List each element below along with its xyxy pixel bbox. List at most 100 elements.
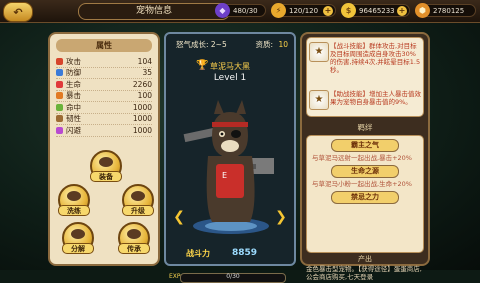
hit-icon	[56, 103, 63, 111]
attr-row-dodge: 闪避 1000	[56, 125, 152, 137]
dodge-icon	[56, 126, 63, 134]
svg-text:E: E	[222, 171, 227, 180]
stamina-icon: ⚡	[271, 3, 286, 18]
attr-value: 2260	[132, 79, 152, 89]
left-arrow-icon: ❮	[173, 209, 185, 225]
attack-icon	[56, 57, 63, 65]
gem-icon: ◆	[215, 3, 230, 18]
decompose-button[interactable]: 分解	[62, 222, 94, 254]
coin-resource: $ 96465233 +	[341, 3, 410, 18]
pet-action-buttons: 装备 洗练 升级 分解 传承	[50, 150, 162, 268]
coin-value: 96465233	[359, 7, 395, 15]
star-icon: ★	[309, 90, 329, 110]
add-stamina-button[interactable]: +	[323, 6, 333, 16]
attr-label: 韧性	[66, 114, 81, 124]
equip-button[interactable]: 装备	[90, 150, 122, 182]
attr-label: 闪避	[66, 125, 81, 135]
output-text: 金色暴击型宠物。【获得途径】蛋蛋商店,公会商店购买,七天登录	[306, 265, 422, 281]
upgrade-button[interactable]: 升级	[122, 184, 154, 216]
fate-desc: 与草泥马小粉一起出战,生命+20%	[312, 180, 412, 188]
add-coin-button[interactable]: +	[397, 6, 407, 16]
attr-value: 100	[137, 91, 152, 101]
quality-value: 10	[278, 40, 288, 49]
pet-face-icon	[71, 229, 85, 239]
rage-growth-label: 怒气成长: 2~5	[176, 40, 227, 49]
coin-icon: $	[341, 3, 356, 18]
pet-display-panel: 怒气成长: 2~5 资质: 10 🏆 草泥马大黑 Level 1 E ❮ ❯ 战…	[164, 32, 296, 283]
fate-desc: 与草泥马远射一起出战,暴击+20%	[312, 154, 412, 162]
attr-label: 生命	[66, 79, 81, 89]
attr-label: 攻击	[66, 56, 81, 66]
attributes-list: 攻击 104 防御 35 生命 2260 暴击 100 命中 1000 韧性 1…	[56, 56, 152, 137]
pet-face-icon	[127, 229, 141, 239]
equip-label: 装备	[90, 171, 122, 182]
attr-value: 1000	[132, 125, 152, 135]
combat-power: 战斗力 8859	[186, 246, 280, 260]
pet-alpaca-figure: E	[183, 100, 274, 234]
skills-fate-panel: ★ 【战斗技能】群体攻击,对目标及目标周围造成自身攻击30%的伤害,持续4次,并…	[300, 32, 430, 281]
attributes-panel: 属性 攻击 104 防御 35 生命 2260 暴击 100 命中 1000 韧…	[48, 32, 160, 266]
inherit-label: 传承	[118, 243, 150, 254]
attr-label: 暴击	[66, 91, 81, 101]
battle-skill: ★ 【战斗技能】群体攻击,对目标及目标周围造成自身攻击30%的伤害,持续4次,并…	[309, 42, 421, 74]
page-title: 宠物信息	[78, 3, 230, 20]
gem-resource: ◆ 480/30	[215, 3, 266, 18]
stamina-value: 120/120	[289, 7, 319, 15]
next-pet-arrow[interactable]: ❯	[272, 209, 290, 225]
skills-box: ★ 【战斗技能】群体攻击,对目标及目标周围造成自身攻击30%的伤害,持续4次,并…	[306, 37, 424, 117]
inherit-button[interactable]: 传承	[118, 222, 150, 254]
fate-name: 生命之源	[331, 165, 399, 178]
fate-name: 禁忌之力	[331, 191, 399, 204]
attr-row-toughness: 韧性 1000	[56, 114, 152, 125]
pet-face-icon	[99, 157, 113, 167]
exp-label: EXP	[169, 273, 181, 280]
gold-ingot-icon: ⬢	[415, 3, 430, 18]
stamina-resource: ⚡ 120/120 +	[271, 3, 336, 18]
attr-value: 104	[137, 56, 152, 66]
quality: 资质: 10	[256, 39, 288, 50]
crit-icon	[56, 92, 63, 100]
pet-face-icon	[67, 191, 81, 201]
right-arrow-icon: ❯	[275, 209, 287, 225]
pet-level: Level 1	[213, 73, 247, 83]
gem-value: 480/30	[233, 7, 258, 15]
quality-label: 资质:	[255, 40, 274, 49]
attr-value: 1000	[132, 114, 152, 124]
ingot-resource: ⬢ 2780125	[415, 3, 476, 18]
attr-label: 防御	[66, 68, 81, 78]
pet-name: 草泥马大黑	[210, 62, 250, 71]
heart-icon	[56, 80, 63, 88]
attr-label: 命中	[66, 102, 81, 112]
attributes-title: 属性	[56, 39, 152, 52]
star-icon: ★	[309, 42, 329, 62]
decompose-label: 分解	[62, 243, 94, 254]
top-bar: ↶ 宠物信息 ◆ 480/30 ⚡ 120/120 + $ 96465233 +…	[0, 0, 480, 23]
toughness-icon	[56, 115, 63, 123]
exp-bar: EXP 0/30	[169, 273, 286, 283]
attr-row-attack: 攻击 104	[56, 56, 152, 68]
attr-row-defense: 防御 35	[56, 68, 152, 79]
support-skill: ★ 【助战技能】增加主人暴击值效果为宠物自身暴击值的9%。	[309, 90, 421, 110]
pet-stats-line: 怒气成长: 2~5 资质: 10	[176, 39, 288, 50]
output-title: 产出	[358, 255, 372, 263]
power-label: 战斗力	[186, 248, 210, 258]
attr-row-crit: 暴击 100	[56, 91, 152, 102]
battle-skill-text: 【战斗技能】群体攻击,对目标及目标周围造成自身攻击30%的伤害,持续4次,并眩晕…	[330, 42, 421, 74]
fate-title: 羁绊	[357, 123, 373, 132]
exp-value: 0/30	[226, 273, 240, 280]
pet-face-icon	[131, 191, 145, 201]
fate-name: 霸主之气	[331, 139, 399, 152]
attr-row-hit: 命中 1000	[56, 102, 152, 114]
prev-pet-arrow[interactable]: ❮	[170, 209, 188, 225]
upgrade-label: 升级	[122, 205, 154, 216]
support-skill-text: 【助战技能】增加主人暴击值效果为宠物自身暴击值的9%。	[330, 90, 421, 106]
back-button[interactable]: ↶	[3, 2, 33, 22]
back-arrow-icon: ↶	[13, 5, 23, 19]
ingot-value: 2780125	[433, 7, 465, 15]
power-value: 8859	[232, 248, 258, 258]
refine-button[interactable]: 洗练	[58, 184, 90, 216]
attr-value: 1000	[132, 102, 152, 112]
refine-label: 洗练	[58, 205, 90, 216]
attr-value: 35	[142, 68, 152, 78]
fate-list: 霸主之气 与草泥马远射一起出战,暴击+20% 生命之源 与草泥马小粉一起出战,生…	[306, 135, 424, 253]
